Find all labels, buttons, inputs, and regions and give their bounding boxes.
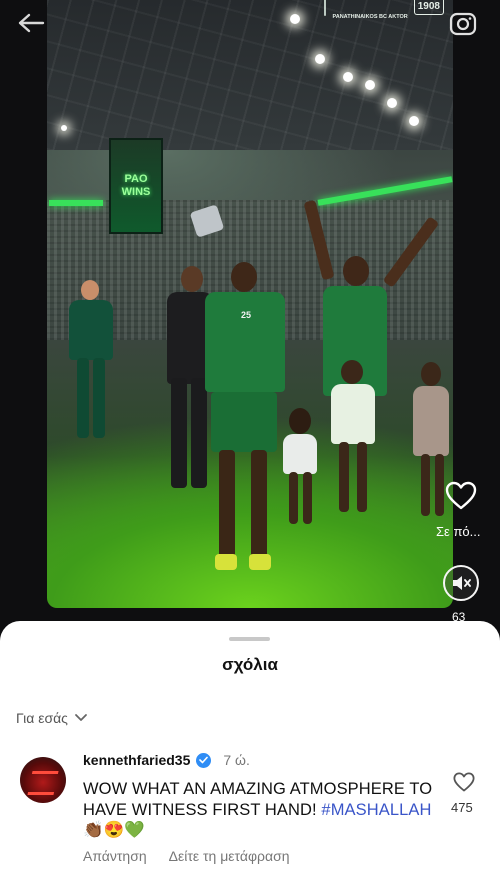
stadium-light <box>409 116 419 126</box>
comments-title: σχόλια <box>222 655 278 674</box>
stadium-light <box>343 72 353 82</box>
heart-outline-icon <box>445 481 477 509</box>
brand-badge: 1908 <box>413 0 444 15</box>
translate-button[interactable]: Δείτε τη μετάφραση <box>169 848 290 864</box>
comments-filter-dropdown[interactable]: Για εσάς <box>16 710 88 726</box>
reel-like-button[interactable] <box>444 479 478 511</box>
heart-outline-icon <box>453 772 475 792</box>
sheet-drag-handle[interactable] <box>229 637 270 641</box>
reply-button[interactable]: Απάντηση <box>83 848 147 864</box>
comment-timestamp: 7 ώ. <box>223 752 250 768</box>
scoreboard: PAO WINS <box>109 138 163 234</box>
stadium-light <box>365 80 375 90</box>
arrow-left-icon <box>18 13 45 33</box>
verified-badge-icon <box>196 752 212 768</box>
comment-body: WOW WHAT AN AMAZING ATMOSPHERE TO HAVE W… <box>83 779 433 841</box>
filter-label: Για εσάς <box>16 710 68 726</box>
avatar-logo-mark <box>27 771 59 795</box>
led-strip <box>49 200 103 206</box>
comment-actions: Απάντηση Δείτε τη μετάφραση <box>83 848 290 864</box>
club-brand: PANATHINAIKOS BC AKTOR 1908 <box>324 0 444 30</box>
brand-text: PANATHINAIKOS BC AKTOR <box>332 14 408 20</box>
speaker-muted-icon <box>453 576 471 590</box>
comment-username[interactable]: kennethfaried35 <box>83 752 190 768</box>
comments-sheet: σχόλια Για εσάς kennethfaried35 7 ώ. WOW… <box>0 621 500 878</box>
camera-button[interactable] <box>448 10 478 36</box>
comment-emojis: 👏🏾😍💚 <box>83 821 145 839</box>
scoreboard-text: PAO WINS <box>121 173 151 198</box>
stadium-light <box>387 98 397 108</box>
club-logo <box>324 0 327 16</box>
comment-like-count: 475 <box>451 800 473 815</box>
hashtag-link[interactable]: #MASHALLAH <box>321 801 431 819</box>
back-button[interactable] <box>14 10 48 36</box>
jersey-number: 25 <box>241 310 252 320</box>
avatar[interactable] <box>20 757 66 803</box>
reel-like-label: Σε πό... <box>436 524 481 539</box>
comment-header: kennethfaried35 7 ώ. <box>83 752 250 768</box>
chevron-down-icon <box>75 714 87 721</box>
comment-like-button[interactable] <box>452 771 476 793</box>
stadium-light <box>61 125 67 131</box>
stadium-light <box>290 14 300 24</box>
camera-icon <box>449 12 477 36</box>
stadium-light <box>315 54 325 64</box>
sound-toggle-button[interactable] <box>443 565 479 601</box>
reel-video[interactable]: PANATHINAIKOS BC AKTOR 1908 PAO WINS 25 <box>47 0 453 608</box>
